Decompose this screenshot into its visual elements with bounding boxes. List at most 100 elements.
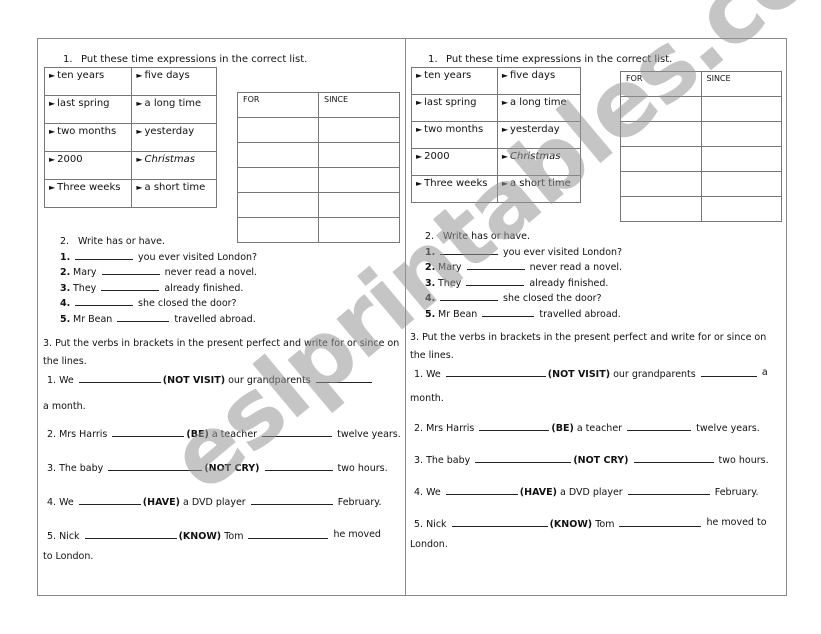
answer-cell[interactable]	[318, 117, 400, 143]
answer-cell[interactable]	[318, 167, 400, 193]
exercise1-title: 1. Put these time expressions in the corr…	[428, 54, 672, 65]
answer-blank[interactable]	[250, 495, 333, 505]
expression-cell: ► yesterday	[496, 121, 582, 149]
answer-blank[interactable]	[117, 312, 170, 322]
answer-blank[interactable]	[262, 427, 333, 437]
expression-cell: ► last spring	[43, 95, 133, 124]
answer-blank[interactable]	[101, 281, 160, 291]
item-middle: a DVD player	[560, 487, 623, 498]
for-since-blank-row	[620, 146, 782, 172]
expression-text: Three weeks	[424, 178, 488, 189]
answer-cell[interactable]	[700, 146, 782, 172]
expression-text: two months	[57, 126, 117, 137]
answer-blank[interactable]	[451, 517, 548, 527]
exercise2-title: 2. Write has or have.	[403, 230, 622, 245]
answer-blank[interactable]	[108, 461, 203, 471]
answer-cell[interactable]	[318, 192, 400, 218]
item-subject: They	[438, 277, 462, 289]
answer-cell[interactable]	[700, 96, 782, 122]
answer-blank[interactable]	[315, 373, 372, 383]
answer-blank[interactable]	[440, 291, 498, 301]
arrow-bullet-icon: ►	[49, 99, 56, 108]
answer-blank[interactable]	[466, 260, 525, 270]
exercise3-title: 3. Put the verbs in brackets in the pres…	[410, 332, 767, 361]
answer-cell[interactable]	[700, 196, 782, 222]
answer-blank[interactable]	[479, 421, 550, 431]
expressions-row: ► last spring ► a long time	[411, 94, 582, 122]
answer-blank[interactable]	[78, 495, 141, 505]
expression-text: a short time	[144, 182, 206, 193]
item-text: never read a novel.	[529, 262, 623, 273]
verb-in-brackets: (NOT VISIT)	[162, 375, 226, 386]
answer-blank[interactable]	[619, 517, 702, 527]
expression-cell: ► two months	[43, 123, 133, 152]
answer-blank[interactable]	[633, 453, 714, 463]
expression-cell: ► ten years	[43, 67, 133, 96]
item-subject: Mr Bean	[73, 313, 113, 325]
answer-cell[interactable]	[620, 146, 702, 172]
expression-text: Three weeks	[57, 182, 121, 193]
answer-cell[interactable]	[700, 121, 782, 147]
answer-cell[interactable]	[700, 171, 782, 197]
answer-blank[interactable]	[78, 373, 161, 383]
expression-text: 2000	[424, 151, 450, 162]
item-number: 2.	[425, 262, 436, 273]
expression-text: a long time	[510, 97, 567, 108]
exercise2-title-text: Write has or have.	[78, 236, 165, 247]
item-text: you ever visited London?	[138, 251, 258, 263]
exercise1-title: 1. Put these time expressions in the corr…	[63, 54, 307, 65]
answer-cell[interactable]	[237, 142, 319, 168]
item-number: 3.	[60, 282, 71, 294]
answer-blank[interactable]	[627, 421, 692, 431]
arrow-bullet-icon: ►	[416, 152, 423, 161]
exercise3-item: 5. Nick (KNOW) Tom he moved to London.	[410, 517, 767, 550]
expression-text: last spring	[424, 97, 477, 108]
item-end: a	[762, 367, 768, 378]
answer-blank[interactable]	[466, 276, 525, 286]
answer-blank[interactable]	[475, 453, 572, 463]
answer-cell[interactable]	[318, 142, 400, 168]
answer-cell[interactable]	[237, 192, 319, 218]
answer-blank[interactable]	[248, 529, 329, 539]
answer-blank[interactable]	[482, 307, 535, 317]
for-since-blank-row	[237, 217, 400, 243]
item-end: two hours.	[718, 455, 769, 466]
answer-blank[interactable]	[75, 296, 133, 306]
answer-cell[interactable]	[237, 117, 319, 143]
answer-blank[interactable]	[112, 427, 185, 437]
expression-text: five days	[144, 70, 190, 81]
answer-cell[interactable]	[318, 217, 400, 243]
answer-blank[interactable]	[264, 461, 333, 471]
answer-blank[interactable]	[627, 485, 710, 495]
expression-cell: ► 2000	[43, 151, 133, 180]
answer-cell[interactable]	[620, 171, 702, 197]
verb-in-brackets: (KNOW)	[549, 519, 593, 530]
answer-blank[interactable]	[101, 265, 160, 275]
answer-blank[interactable]	[445, 485, 518, 495]
expression-cell: ► yesterday	[131, 123, 217, 152]
item-end-continuation: month.	[410, 393, 444, 404]
since-column-header: SINCE	[700, 71, 782, 97]
answer-cell[interactable]	[620, 96, 702, 122]
answer-blank[interactable]	[84, 529, 177, 539]
exercise3-item: 1. We (NOT VISIT) our grandparents a mont…	[410, 367, 768, 404]
for-since-table: FOR SINCE	[620, 71, 782, 222]
answer-blank[interactable]	[440, 245, 498, 255]
for-since-blank-row	[237, 167, 400, 193]
answer-cell[interactable]	[620, 121, 702, 147]
answer-blank[interactable]	[700, 367, 757, 377]
answer-blank[interactable]	[445, 367, 546, 377]
item-text: travelled abroad.	[539, 308, 621, 320]
exercise2-title: 2. Write has or have.	[38, 235, 257, 250]
answer-cell[interactable]	[237, 167, 319, 193]
for-since-blank-row	[237, 117, 400, 143]
worksheet-copy-right: 1. Put these time expressions in the corr…	[406, 39, 787, 595]
answer-blank[interactable]	[75, 250, 133, 260]
expression-text: last spring	[57, 98, 110, 109]
arrow-bullet-icon: ►	[501, 98, 508, 107]
item-start: 2. Mrs Harris	[47, 429, 108, 440]
expressions-row: ► last spring ► a long time	[43, 95, 217, 124]
answer-cell[interactable]	[620, 196, 702, 222]
exercise2-item: 5. Mr Bean travelled abroad.	[38, 312, 257, 328]
expressions-row: ► Three weeks ► a short time	[411, 175, 582, 203]
